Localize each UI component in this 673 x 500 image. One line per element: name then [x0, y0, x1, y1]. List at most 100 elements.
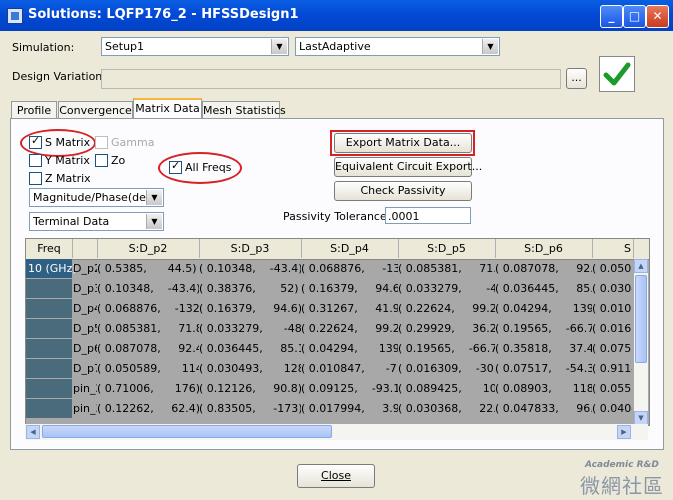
- chevron-down-icon[interactable]: ▼: [482, 39, 498, 54]
- equivalent-circuit-export-button[interactable]: Equivalent Circuit Export...: [334, 157, 482, 177]
- table-cell[interactable]: ( 0.16379, 94.6): [199, 299, 301, 319]
- table-cell[interactable]: ( 0.0751: [592, 339, 632, 359]
- simulation-pass-select[interactable]: LastAdaptive ▼: [295, 37, 500, 56]
- table-cell[interactable]: ( 0.0404: [592, 399, 632, 419]
- freq-cell: [26, 299, 72, 318]
- table-cell[interactable]: ( 0.16379, 94.6): [301, 279, 398, 299]
- row-name-cell[interactable]: D_p7: [73, 359, 97, 379]
- table-cell[interactable]: ( 0.0108: [592, 299, 632, 319]
- format-select[interactable]: Magnitude/Phase(deg) ▼: [29, 188, 164, 207]
- table-cell[interactable]: ( 0.04294, 139): [495, 299, 592, 319]
- table-cell[interactable]: ( 0.19565, -66.7): [495, 319, 592, 339]
- minimize-button[interactable]: _: [600, 5, 623, 28]
- row-name-cell[interactable]: D_p4: [73, 299, 97, 319]
- table-cell[interactable]: ( 0.033279, -48): [398, 279, 495, 299]
- column-header[interactable]: S:D_p6: [495, 239, 593, 258]
- freq-column-header[interactable]: Freq: [26, 239, 73, 258]
- table-cell[interactable]: ( 0.010847, -71): [301, 359, 398, 379]
- check-passivity-button[interactable]: Check Passivity: [334, 181, 472, 201]
- data-type-select[interactable]: Terminal Data ▼: [29, 212, 164, 231]
- table-cell[interactable]: ( 0.04294, 139): [301, 339, 398, 359]
- table-cell[interactable]: ( 0.5385, 44.5): [97, 259, 199, 279]
- table-cell[interactable]: ( 0.08903, 118): [495, 379, 592, 399]
- scroll-up-icon[interactable]: ▲: [634, 259, 648, 273]
- title-bar[interactable]: Solutions: LQFP176_2 - HFSSDesign1 _ □ ✕: [0, 0, 673, 31]
- row-name-cell[interactable]: D_p5: [73, 319, 97, 339]
- scroll-right-icon[interactable]: ▶: [617, 425, 631, 439]
- table-cell[interactable]: ( 0.35818, 37.4): [495, 339, 592, 359]
- chevron-down-icon[interactable]: ▼: [146, 190, 162, 205]
- table-cell[interactable]: ( 0.09125, -93.1): [301, 379, 398, 399]
- chevron-down-icon[interactable]: ▼: [146, 214, 162, 229]
- table-cell[interactable]: ( 0.31267, 41.9): [301, 299, 398, 319]
- table-cell[interactable]: ( 0.068876, -132): [97, 299, 199, 319]
- passivity-tolerance-input[interactable]: .0001: [385, 207, 471, 224]
- table-cell[interactable]: ( 0.0304: [592, 279, 632, 299]
- table-row: D_p2( 0.5385, 44.5)( 0.10348, -43.4)( 0.…: [72, 259, 632, 279]
- scroll-left-icon[interactable]: ◀: [26, 425, 40, 439]
- freq-cell[interactable]: 10 (GHz): [26, 259, 77, 278]
- row-name-cell[interactable]: D_p3: [73, 279, 97, 299]
- table-cell[interactable]: ( 0.12126, 90.8): [199, 379, 301, 399]
- maximize-button[interactable]: □: [623, 5, 646, 28]
- y-matrix-checkbox[interactable]: [29, 154, 42, 167]
- column-header[interactable]: S:D_p3: [199, 239, 302, 258]
- table-cell[interactable]: ( 0.12262, 62.4): [97, 399, 199, 419]
- table-cell[interactable]: ( 0.71006, 176): [97, 379, 199, 399]
- simulation-setup-select[interactable]: Setup1 ▼: [101, 37, 289, 56]
- table-cell[interactable]: ( 0.087078, 92.4): [495, 259, 592, 279]
- checkmark-icon: [603, 62, 631, 86]
- table-cell[interactable]: ( 0.030493, 128): [199, 359, 301, 379]
- gamma-label: Gamma: [111, 136, 155, 149]
- table-cell[interactable]: ( 0.22624, 99.2): [398, 299, 495, 319]
- data-type-value: Terminal Data: [33, 215, 110, 228]
- column-header[interactable]: S:D_p4: [301, 239, 399, 258]
- table-cell[interactable]: ( 0.016309, -30.3): [398, 359, 495, 379]
- table-cell[interactable]: ( 0.83505, -173): [199, 399, 301, 419]
- close-button[interactable]: Close: [297, 464, 375, 488]
- column-header[interactable]: S: [592, 239, 634, 258]
- table-cell[interactable]: ( 0.068876, -132): [301, 259, 398, 279]
- row-name-cell[interactable]: D_p2: [73, 259, 97, 279]
- table-cell[interactable]: ( 0.10348, -43.4): [97, 279, 199, 299]
- table-cell[interactable]: ( 0.036445, 85.1): [199, 339, 301, 359]
- app-icon: [7, 8, 23, 24]
- zo-checkbox[interactable]: [95, 154, 108, 167]
- table-cell[interactable]: ( 0.085381, 71.8): [398, 259, 495, 279]
- column-header[interactable]: S:D_p5: [398, 239, 496, 258]
- table-cell[interactable]: ( 0.38376, 52): [199, 279, 301, 299]
- table-cell[interactable]: ( 0.9114: [592, 359, 632, 379]
- horizontal-scrollbar[interactable]: ◀ ▶: [25, 424, 648, 440]
- horizontal-scroll-thumb[interactable]: [42, 425, 332, 438]
- table-cell[interactable]: ( 0.0553: [592, 379, 632, 399]
- table-cell[interactable]: ( 0.19565, -66.7): [398, 339, 495, 359]
- table-cell[interactable]: ( 0.0505: [592, 259, 632, 279]
- table-cell[interactable]: ( 0.047833, 96.8): [495, 399, 592, 419]
- scroll-down-icon[interactable]: ▼: [634, 411, 648, 425]
- row-name-cell[interactable]: pin_2: [73, 379, 97, 399]
- chevron-down-icon[interactable]: ▼: [271, 39, 287, 54]
- table-cell[interactable]: ( 0.036445, 85.1): [495, 279, 592, 299]
- table-cell[interactable]: ( 0.085381, 71.8): [97, 319, 199, 339]
- table-cell[interactable]: ( 0.030368, 22.1): [398, 399, 495, 419]
- table-cell[interactable]: ( 0.22624, 99.2): [301, 319, 398, 339]
- table-cell[interactable]: ( 0.07517, -54.3): [495, 359, 592, 379]
- table-cell[interactable]: ( 0.10348, -43.4): [199, 259, 301, 279]
- table-cell[interactable]: ( 0.089425, 101): [398, 379, 495, 399]
- freq-cell: [26, 399, 72, 418]
- freq-cell: [26, 379, 72, 398]
- table-cell[interactable]: ( 0.087078, 92.4): [97, 339, 199, 359]
- close-window-button[interactable]: ✕: [646, 5, 669, 28]
- vertical-scroll-thumb[interactable]: [635, 275, 647, 363]
- design-variation-browse-button[interactable]: ...: [566, 68, 587, 89]
- table-cell[interactable]: ( 0.0163: [592, 319, 632, 339]
- row-name-cell[interactable]: D_p6: [73, 339, 97, 359]
- z-matrix-checkbox[interactable]: [29, 172, 42, 185]
- row-name-cell[interactable]: pin_3: [73, 399, 97, 419]
- vertical-scrollbar[interactable]: ▲ ▼: [634, 259, 648, 425]
- table-cell[interactable]: ( 0.017994, 3.91): [301, 399, 398, 419]
- table-cell[interactable]: ( 0.29929, 36.2): [398, 319, 495, 339]
- column-header[interactable]: S:D_p2: [97, 239, 200, 258]
- table-cell[interactable]: ( 0.033279, -48): [199, 319, 301, 339]
- table-cell[interactable]: ( 0.050589, 114): [97, 359, 199, 379]
